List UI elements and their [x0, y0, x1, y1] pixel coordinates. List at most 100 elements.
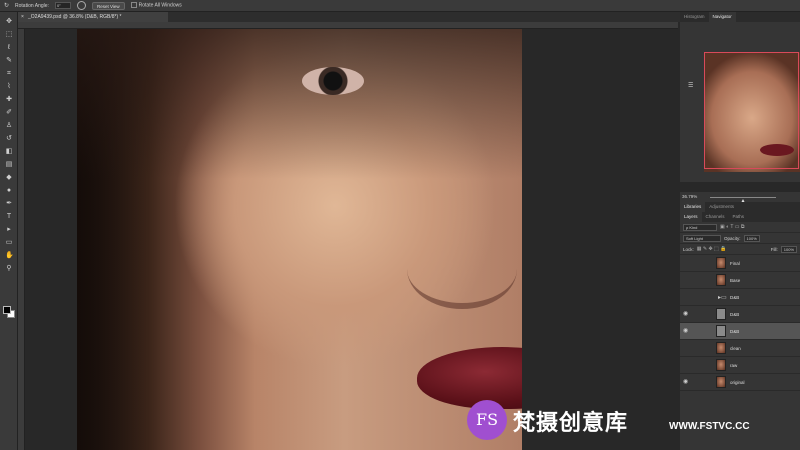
tab-navigator[interactable]: Navigator — [708, 12, 736, 22]
fill-field[interactable]: 100% — [780, 245, 797, 253]
document-tab-bar: × _O2A9439.psd @ 36.8% (D&B, RGB/8*) * — [18, 12, 680, 22]
clone-stamp-icon[interactable]: ♙ — [5, 122, 13, 130]
nose — [407, 229, 517, 309]
watermark: FS 梵摄创意库 WWW.FSTVC.CC — [455, 395, 800, 450]
tab-paths[interactable]: Paths — [729, 212, 749, 222]
quick-select-icon[interactable]: ✎ — [5, 57, 13, 65]
crop-icon[interactable]: ⌗ — [5, 70, 13, 78]
reset-view-button[interactable]: Reset View — [91, 1, 125, 10]
gradient-icon[interactable]: ▤ — [5, 161, 13, 169]
watermark-text: 梵摄创意库 — [513, 411, 629, 436]
watermark-url: WWW.FSTVC.CC — [669, 421, 750, 432]
tab-histogram[interactable]: Histogram — [680, 12, 709, 22]
dodge-icon[interactable]: ● — [5, 187, 13, 195]
options-bar: ↻ Rotation Angle: 0° Reset View Rotate A… — [0, 0, 800, 12]
opacity-label: Opacity: — [724, 235, 741, 241]
rotate-all-windows-option[interactable]: Rotate All Windows — [130, 2, 182, 9]
layer-thumbnail — [716, 376, 726, 388]
rotate-view-tool-icon: ↻ — [4, 3, 10, 9]
layer-name: original — [730, 380, 745, 385]
lock-icons[interactable]: ▦ ✎ ✥ ⬚ 🔒 — [697, 246, 727, 252]
lasso-icon[interactable]: ℓ — [5, 44, 13, 52]
shadow-region — [77, 29, 522, 179]
navigator-view-rectangle[interactable] — [704, 52, 799, 169]
rotate-all-label: Rotate All Windows — [138, 2, 182, 9]
tab-layers[interactable]: Layers — [680, 212, 702, 222]
panel-options-icon[interactable]: ☰ — [688, 82, 693, 89]
rotate-all-checkbox[interactable] — [130, 2, 137, 9]
navigator-zoom-bar: 36.79% — [680, 192, 800, 204]
layer-row[interactable]: ◉ D&B — [680, 306, 800, 323]
lock-label: Lock: — [683, 246, 694, 252]
layer-row[interactable]: Base — [680, 272, 800, 289]
healing-icon[interactable]: ✚ — [5, 96, 13, 104]
zoom-icon[interactable]: ⚲ — [5, 265, 13, 273]
type-icon[interactable]: T — [5, 213, 13, 221]
filter-icons[interactable]: ▣ ◐ T ▭ ⧉ — [720, 224, 744, 230]
brush-icon[interactable]: ✐ — [5, 109, 13, 117]
visibility-eye-icon[interactable]: ◉ — [683, 378, 693, 385]
layer-thumbnail — [716, 359, 726, 371]
tools-panel: ✥ ⬚ ℓ ✎ ⌗ ⌇ ✚ ✐ ♙ ↺ ◧ ▤ ◆ ● ✒ T ▸ ▭ ✋ ⚲ — [0, 12, 18, 450]
history-brush-icon[interactable]: ↺ — [5, 135, 13, 143]
layer-row[interactable]: ◉ original — [680, 374, 800, 391]
layer-row[interactable]: ▸▭ D&B — [680, 289, 800, 306]
layer-thumbnail — [716, 342, 726, 354]
layer-thumbnail — [716, 325, 726, 337]
blend-mode-select[interactable]: Soft Light — [683, 234, 721, 242]
canvas-area[interactable] — [25, 29, 678, 450]
navigator-thumbnail[interactable] — [704, 52, 800, 172]
layers-tabs: Layers Channels Paths — [680, 212, 800, 222]
zoom-slider[interactable] — [710, 197, 776, 204]
hand-icon[interactable]: ✋ — [5, 252, 14, 260]
layer-row[interactable]: clean — [680, 340, 800, 357]
layer-row[interactable]: raw — [680, 357, 800, 374]
portrait-image[interactable] — [77, 29, 522, 450]
layer-row[interactable]: Final — [680, 255, 800, 272]
visibility-eye-icon[interactable]: ◉ — [683, 310, 693, 317]
eyedropper-icon[interactable]: ⌇ — [5, 83, 13, 91]
layer-thumbnail — [716, 308, 726, 320]
foreground-color-swatch[interactable] — [3, 306, 11, 314]
rotation-dial[interactable] — [76, 1, 86, 10]
layer-kind-filter[interactable]: ρ Kind — [683, 223, 717, 231]
close-tab-icon[interactable]: × — [21, 12, 24, 22]
layer-filter-row: ρ Kind ▣ ◐ T ▭ ⧉ — [680, 222, 800, 233]
tab-libraries[interactable]: Libraries — [680, 202, 706, 212]
fill-label: Fill: — [770, 246, 778, 252]
libraries-tabs: Libraries Adjustments — [680, 202, 800, 212]
layer-thumbnail — [716, 274, 726, 286]
tab-channels[interactable]: Channels — [702, 212, 729, 222]
watermark-logo: FS — [467, 400, 507, 440]
tab-adjustments[interactable]: Adjustments — [705, 202, 738, 212]
zoom-value[interactable]: 36.79% — [682, 194, 697, 199]
layer-name: D&B — [730, 312, 740, 317]
layer-thumbnail — [716, 257, 726, 269]
folder-icon: ▸▭ — [718, 295, 727, 301]
vertical-ruler[interactable] — [18, 29, 25, 450]
layer-name: Base — [730, 278, 741, 283]
visibility-eye-icon[interactable]: ◉ — [683, 327, 693, 334]
pen-icon[interactable]: ✒ — [5, 200, 13, 208]
document-tab-title: _O2A9439.psd @ 36.8% (D&B, RGB/8*) * — [28, 14, 122, 20]
document-tab[interactable]: × _O2A9439.psd @ 36.8% (D&B, RGB/8*) * — [18, 12, 168, 22]
blend-row: Soft Light Opacity: 100% — [680, 233, 800, 244]
move-icon[interactable]: ✥ — [5, 18, 13, 26]
blur-icon[interactable]: ◆ — [5, 174, 13, 182]
horizontal-ruler[interactable] — [18, 22, 678, 29]
eye — [302, 67, 364, 95]
eraser-icon[interactable]: ◧ — [5, 148, 13, 156]
rotation-angle-label: Rotation Angle: — [15, 2, 49, 9]
lock-row: Lock: ▦ ✎ ✥ ⬚ 🔒 Fill: 100% — [680, 244, 800, 255]
path-select-icon[interactable]: ▸ — [5, 226, 13, 234]
navigator-tabs: Histogram Navigator — [680, 12, 800, 22]
layer-name: D&B — [730, 295, 740, 300]
layer-name: D&B — [730, 329, 740, 334]
marquee-icon[interactable]: ⬚ — [5, 31, 13, 39]
layer-name: clean — [730, 346, 741, 351]
rotation-angle-field[interactable]: 0° — [54, 2, 71, 9]
layer-row[interactable]: ◉ D&B — [680, 323, 800, 340]
navigator-panel: Histogram Navigator ☰ — [680, 12, 800, 182]
shape-icon[interactable]: ▭ — [5, 239, 13, 247]
opacity-field[interactable]: 100% — [743, 234, 760, 242]
